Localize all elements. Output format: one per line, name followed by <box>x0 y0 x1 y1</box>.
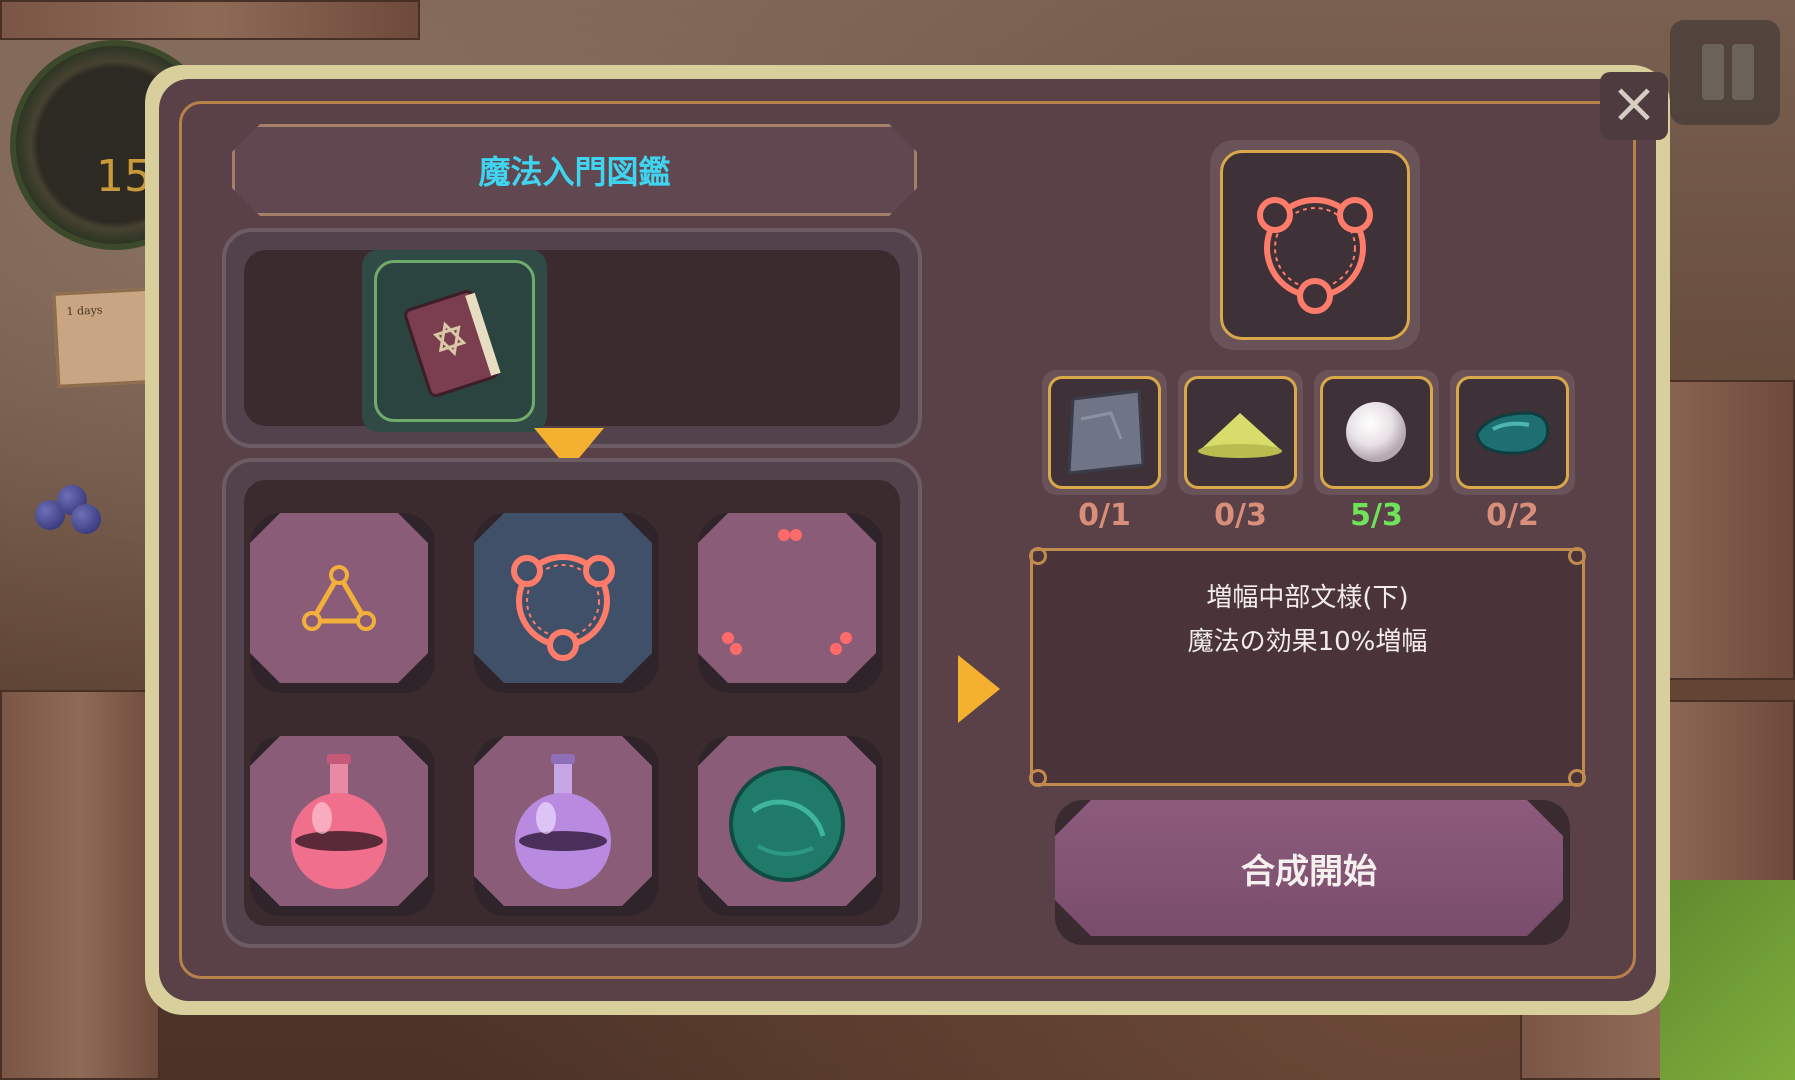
start-synthesis-button[interactable]: 合成開始 <box>1055 800 1570 945</box>
magic-book-icon <box>404 289 501 398</box>
material-count: 5/3 <box>1350 498 1403 533</box>
material-count: 0/2 <box>1486 498 1539 533</box>
recipe-tile-triangle[interactable] <box>250 513 435 693</box>
material-slot-gem[interactable] <box>1450 370 1575 495</box>
wood-beam <box>0 0 420 40</box>
book-selector-panel <box>222 228 922 448</box>
triangle-sigil-icon <box>302 565 376 631</box>
pearl-icon <box>1346 402 1406 462</box>
material-count: 0/3 <box>1214 498 1267 533</box>
item-effect: 魔法の効果10%増幅 <box>1187 627 1428 657</box>
recipe-tile-red-dots[interactable] <box>698 513 883 693</box>
berries-decoration <box>35 480 105 540</box>
green-slime-orb-icon <box>729 766 845 882</box>
recipe-tile-purple-potion[interactable] <box>474 736 659 916</box>
close-button[interactable]: × <box>1600 72 1668 140</box>
pause-button[interactable] <box>1670 20 1780 125</box>
start-synthesis-label: 合成開始 <box>1055 800 1563 936</box>
day-counter: 15 <box>96 151 152 202</box>
right-arrow-icon <box>958 655 1000 723</box>
amplify-circle-icon <box>1257 197 1373 314</box>
stone-tile-icon <box>1067 389 1145 475</box>
teal-gem-icon <box>1475 411 1550 455</box>
recipe-tile-pink-potion[interactable] <box>250 736 435 916</box>
material-slot-stone[interactable] <box>1042 370 1167 495</box>
dialog-title: 魔法入門図鑑 <box>478 153 671 191</box>
item-name: 増幅中部文様(下) <box>1206 583 1409 613</box>
material-slot-powder[interactable] <box>1178 370 1303 495</box>
recipe-tile-green-orb[interactable] <box>698 736 883 916</box>
title-plate: 魔法入門図鑑 <box>232 124 917 216</box>
result-slot <box>1210 140 1420 350</box>
yellow-powder-icon <box>1198 413 1282 458</box>
amplify-circle-icon <box>511 554 615 661</box>
red-dots-pattern-icon <box>722 529 852 655</box>
recipe-tile-amplify-circle[interactable] <box>474 513 659 693</box>
quest-note-text: 1 days <box>66 303 103 319</box>
pink-potion-flask-icon <box>291 754 387 889</box>
material-count: 0/1 <box>1078 498 1131 533</box>
material-slot-pearl[interactable] <box>1314 370 1439 495</box>
wood-floor <box>0 690 160 1080</box>
book-slot[interactable] <box>362 250 547 432</box>
purple-potion-flask-icon <box>515 754 611 889</box>
grass-patch <box>1660 880 1795 1080</box>
description-box: 増幅中部文様(下) 魔法の効果10%増幅 <box>1029 547 1586 787</box>
